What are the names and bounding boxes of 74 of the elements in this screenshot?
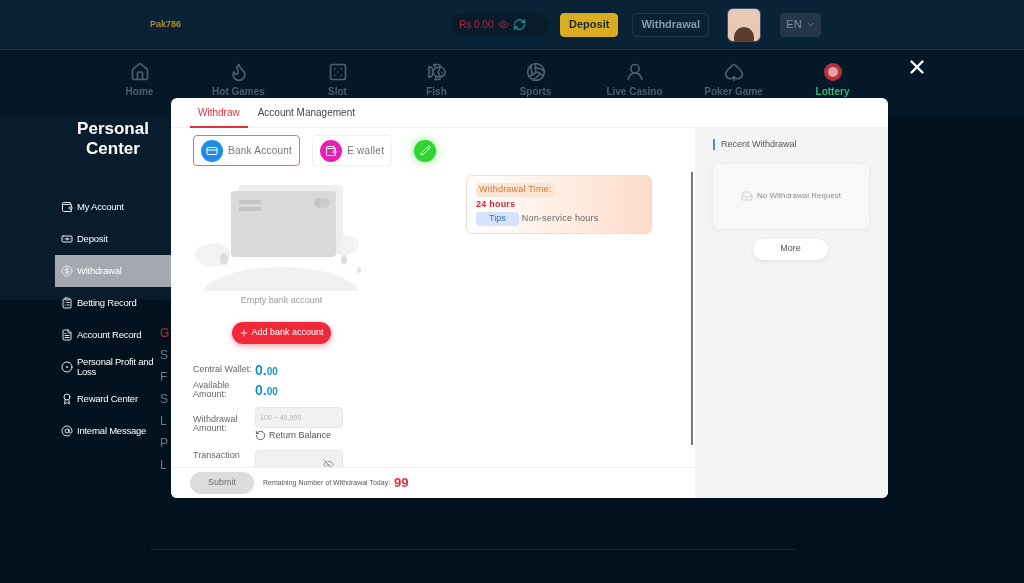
menu-text: P — [160, 435, 169, 451]
balance-value: 0.00 — [255, 360, 278, 380]
field-label: Transaction — [193, 450, 241, 461]
menu-text: L — [160, 457, 168, 473]
remaining-count: 99 — [394, 474, 409, 493]
sidebar-item[interactable]: Personal Profit and Loss — [55, 351, 159, 383]
menu-text: S — [160, 347, 169, 363]
lottery-ball-icon — [822, 62, 843, 82]
eye-off-icon[interactable] — [323, 459, 334, 467]
wallet-icon — [320, 139, 343, 162]
language-select[interactable]: EN — [779, 12, 821, 37]
inbox-icon — [740, 190, 753, 202]
payment-method-button[interactable]: Bank Account — [193, 135, 301, 166]
avatar[interactable] — [726, 7, 761, 42]
wallet-icon — [61, 201, 73, 213]
sidebar-item[interactable]: Betting Record — [55, 287, 159, 319]
menu-text: S — [160, 391, 169, 407]
chevron-down-icon — [805, 20, 815, 29]
dice-icon — [327, 62, 348, 82]
withdrawal-button[interactable]: Withdrawal — [632, 12, 709, 37]
rotate-icon — [255, 429, 266, 441]
field-label: Available Amount: — [193, 380, 231, 399]
balance-text: Rs 0.00 — [459, 18, 494, 32]
coin-icon — [61, 265, 73, 277]
card-icon — [201, 139, 223, 162]
eye-icon[interactable] — [497, 19, 509, 30]
add-bank-account-button[interactable]: Add bank account — [232, 321, 331, 344]
nav-item[interactable]: Home — [90, 50, 189, 115]
document-icon — [61, 329, 73, 341]
nav-item[interactable]: Fish — [387, 50, 486, 115]
logo[interactable]: Pak786 — [150, 17, 182, 32]
sidebar-item[interactable]: Account Record — [55, 319, 159, 351]
sidebar-item[interactable]: Reward Center — [55, 383, 159, 415]
menu-text: F — [160, 369, 169, 385]
edit-icon[interactable] — [414, 139, 437, 162]
empty-message: Empty bank account — [240, 294, 323, 307]
nav-item[interactable]: Live Casino — [585, 50, 684, 115]
sidebar-item[interactable]: Deposit — [55, 223, 159, 255]
nav-item[interactable]: Poker Game — [684, 50, 783, 115]
deposit-button[interactable]: Deposit — [560, 12, 619, 37]
field-label: Central Wallet: — [193, 365, 253, 374]
nav-item[interactable]: Lottery — [783, 50, 882, 115]
spade-icon — [723, 62, 744, 82]
tab[interactable]: Withdraw — [190, 98, 248, 128]
person-icon — [624, 62, 645, 82]
withdrawal-time-label: Withdrawal Time: — [476, 183, 555, 197]
dot-icon — [61, 361, 73, 373]
plus-icon — [239, 327, 250, 338]
page-title: Personal Center — [76, 119, 150, 159]
withdrawal-time-value: 24 hours — [476, 197, 517, 211]
menu-text: G — [160, 325, 170, 341]
sidebar-item[interactable]: Internal Message — [55, 415, 159, 447]
menu-text: L — [160, 413, 168, 429]
banknote-icon — [61, 233, 73, 245]
award-icon — [61, 393, 73, 405]
house-icon — [129, 62, 150, 82]
section-title: Recent Withdrawal — [721, 138, 797, 151]
tab[interactable]: Account Management — [249, 98, 363, 128]
return-balance-button[interactable]: Return Balance — [255, 428, 343, 442]
at-sign-icon — [61, 425, 73, 437]
ball-icon — [525, 62, 546, 82]
tips-text: Non-service hours — [521, 212, 599, 225]
clipboard-icon — [61, 297, 73, 309]
payment-method-button[interactable]: E wallet — [312, 135, 393, 166]
balance-value: 0.00 — [255, 380, 278, 400]
password-input[interactable] — [255, 450, 343, 467]
empty-message: No Withdrawal Request — [756, 190, 841, 202]
sidebar-item[interactable]: My Account — [55, 191, 159, 223]
more-button[interactable]: More — [753, 238, 828, 260]
field-label: Withdrawal Amount: — [193, 415, 239, 434]
refresh-icon[interactable] — [512, 18, 526, 31]
tips-tag: Tips — [476, 212, 519, 226]
nav-item[interactable]: Sports — [486, 50, 585, 115]
fish-icon — [426, 62, 447, 82]
